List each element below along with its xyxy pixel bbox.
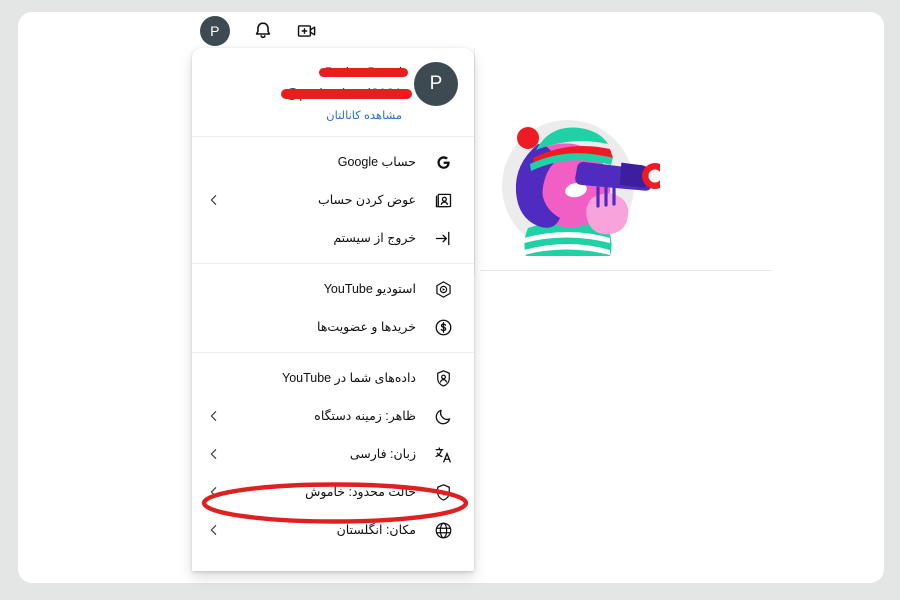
menu-item-label: مکان: انگلستان: [336, 523, 416, 537]
dollar-circle-icon: [430, 316, 456, 338]
account-handle-redacted: @parisadozai2101: [281, 85, 412, 101]
person-with-telescope-illustration: [502, 120, 660, 256]
chevron-left-icon: [206, 522, 222, 538]
chevron-left-icon: [206, 408, 222, 424]
menu-item-label: داده‌های شما در YouTube: [282, 371, 416, 385]
chevron-left-icon: [206, 192, 222, 208]
menu-item-purchases-memberships[interactable]: خریدها و عضویت‌ها: [192, 308, 474, 346]
account-identity-block: Pariaa Dozai @parisadozai2101 مشاهده کان…: [208, 62, 412, 124]
chevron-left-icon: [206, 446, 222, 462]
menu-item-label: حالت محدود: خاموش: [305, 485, 416, 499]
account-header: P Pariaa Dozai @parisadozai2101 مشاهده ک…: [192, 48, 474, 137]
menu-item-label: خریدها و عضویت‌ها: [317, 320, 416, 334]
translate-icon: [430, 443, 456, 465]
menu-item-label: حساب Google: [337, 155, 416, 169]
header-avatar[interactable]: P: [200, 16, 230, 46]
menu-item-youtube-studio[interactable]: استودیو YouTube: [192, 270, 474, 308]
menu-item-switch-account[interactable]: عوض کردن حساب: [192, 181, 474, 219]
menu-item-location[interactable]: مکان: انگلستان: [192, 511, 474, 549]
menu-item-label: استودیو YouTube: [323, 282, 416, 296]
menu-section-account: حساب Google عوض کردن حساب خروج از سیستم: [192, 137, 474, 264]
create-video-icon[interactable]: [296, 20, 318, 42]
notifications-bell-icon[interactable]: [252, 20, 274, 42]
menu-item-appearance[interactable]: ظاهر: زمینه دستگاه: [192, 397, 474, 435]
shield-person-icon: [430, 367, 456, 389]
top-header-bar: P: [200, 14, 340, 48]
menu-section-settings: داده‌های شما در YouTube ظاهر: زمینه دستگ…: [192, 353, 474, 555]
switch-account-icon: [430, 189, 456, 211]
menu-item-label: خروج از سیستم: [333, 231, 416, 245]
globe-icon: [430, 519, 456, 541]
content-divider: [480, 270, 772, 271]
background-content-area: [474, 50, 774, 280]
moon-icon: [430, 405, 456, 427]
menu-item-restricted-mode[interactable]: حالت محدود: خاموش: [192, 473, 474, 511]
menu-item-label: ظاهر: زمینه دستگاه: [314, 409, 416, 423]
menu-item-language[interactable]: زبان: فارسی: [192, 435, 474, 473]
menu-item-google-account[interactable]: حساب Google: [192, 143, 474, 181]
account-avatar[interactable]: P: [414, 62, 458, 106]
google-g-icon: [430, 151, 456, 173]
menu-item-your-data-in-youtube[interactable]: داده‌های شما در YouTube: [192, 359, 474, 397]
screenshot-root: P P Pariaa Dozai @parisadozai2101 مشاهده…: [0, 0, 900, 600]
sign-out-icon: [430, 227, 456, 249]
menu-item-label: عوض کردن حساب: [317, 193, 416, 207]
view-your-channel-link[interactable]: مشاهده کانالتان: [208, 109, 402, 124]
shield-lock-icon: [430, 481, 456, 503]
account-display-name-redacted: Pariaa Dozai: [318, 65, 409, 80]
account-dropdown-menu: P Pariaa Dozai @parisadozai2101 مشاهده ک…: [192, 48, 474, 571]
chevron-left-icon: [206, 484, 222, 500]
menu-item-label: زبان: فارسی: [349, 447, 416, 461]
menu-section-studio: استودیو YouTube خریدها و عضویت‌ها: [192, 264, 474, 353]
menu-item-sign-out[interactable]: خروج از سیستم: [192, 219, 474, 257]
youtube-studio-icon: [430, 278, 456, 300]
